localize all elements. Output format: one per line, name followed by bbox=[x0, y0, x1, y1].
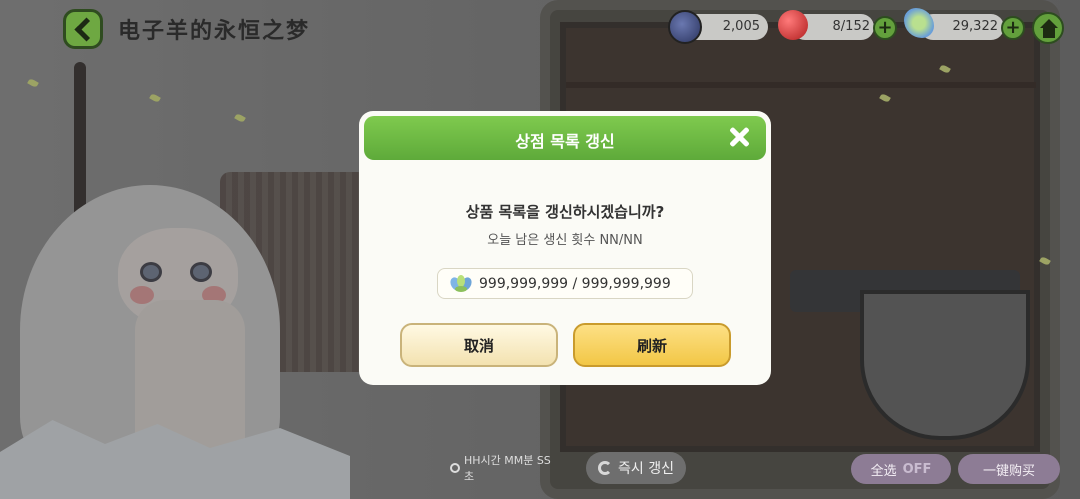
select-all-state: OFF bbox=[902, 461, 932, 477]
chevron-left-icon bbox=[73, 16, 99, 42]
home-icon bbox=[1040, 19, 1058, 28]
coin-icon bbox=[668, 10, 702, 44]
select-all-toggle[interactable]: 全选 OFF bbox=[851, 454, 951, 484]
clock-icon bbox=[450, 463, 460, 473]
home-button[interactable] bbox=[1032, 12, 1064, 44]
select-all-label: 全选 bbox=[870, 463, 897, 479]
refresh-icon bbox=[598, 461, 612, 475]
add-crystal-flower-button[interactable]: + bbox=[1001, 16, 1025, 40]
refresh-button[interactable]: 刷新 bbox=[573, 323, 731, 367]
close-icon[interactable] bbox=[726, 124, 752, 150]
refresh-shop-dialog: 상점 목록 갱신 상품 목록을 갱신하시겠습니까? 오늘 남은 생신 횟수 NN… bbox=[359, 111, 771, 385]
dialog-question: 상품 목록을 갱신하시겠습니까? bbox=[465, 203, 665, 221]
currency-red-orb-value: 8/152 bbox=[832, 19, 870, 34]
currency-crystal-flower-value: 29,322 bbox=[952, 19, 999, 34]
refresh-timer: HH시간 MM분 SS초 bbox=[450, 454, 560, 483]
crystal-flower-icon bbox=[450, 275, 472, 292]
remaining-refresh-count: 오늘 남은 생신 횟수 NN/NN bbox=[487, 233, 643, 248]
refresh-now-label: 즉시 갱신 bbox=[618, 461, 674, 477]
home-icon-base bbox=[1043, 28, 1055, 38]
dialog-title: 상점 목록 갱신 bbox=[515, 132, 615, 151]
refresh-cost-value: 999,999,999 / 999,999,999 bbox=[479, 276, 671, 292]
page-title: 电子羊的永恒之梦 bbox=[118, 19, 311, 44]
one-click-buy-label: 一键购买 bbox=[982, 463, 1035, 479]
refresh-timer-text: HH시간 MM분 SS초 bbox=[463, 454, 551, 483]
one-click-buy-button[interactable]: 一键购买 bbox=[958, 454, 1060, 484]
add-red-orb-button[interactable]: + bbox=[873, 16, 897, 40]
currency-coin-value: 2,005 bbox=[722, 19, 760, 34]
refresh-cost-box: 999,999,999 / 999,999,999 bbox=[437, 268, 693, 299]
red-orb-icon bbox=[778, 10, 808, 40]
cancel-button[interactable]: 取消 bbox=[400, 323, 558, 367]
refresh-now-button[interactable]: 즉시 갱신 bbox=[586, 452, 686, 484]
back-button[interactable] bbox=[63, 9, 103, 49]
dialog-header: 상점 목록 갱신 bbox=[364, 116, 766, 160]
